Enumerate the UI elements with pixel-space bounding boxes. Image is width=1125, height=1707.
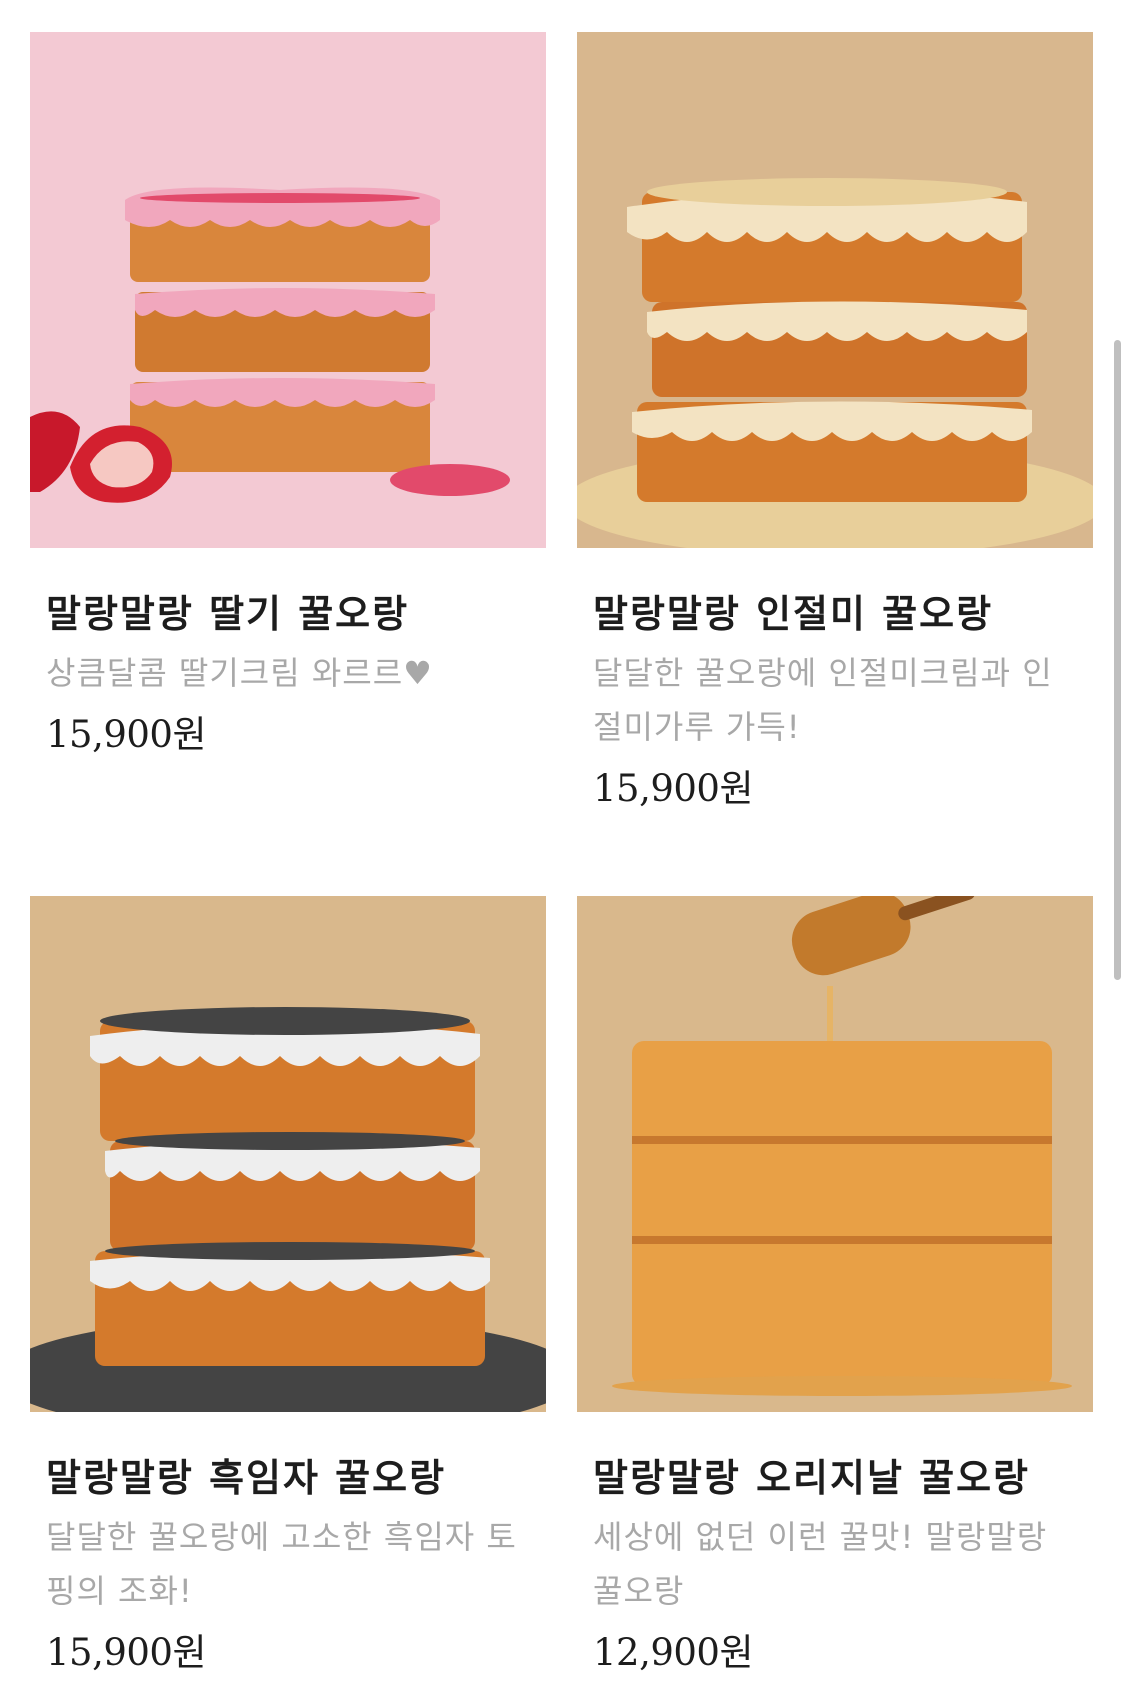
product-name[interactable]: 말랑말랑 흑임자 꿀오랑 [46, 1454, 546, 1502]
scrollbar[interactable] [1114, 340, 1121, 980]
product-price: 15,900원 [46, 1631, 207, 1674]
bar-stack [632, 1041, 1052, 1386]
product-card-original[interactable]: 말랑말랑 오리지날 꿀오랑 세상에 없던 이런 꿀맛! 말랑말랑 꿀오랑 12,… [577, 896, 1093, 1680]
product-image[interactable] [30, 32, 546, 548]
black-sesame-bar-image [30, 896, 546, 1412]
product-description: 달달한 꿀오랑에 고소한 흑임자 토핑의 조화! [46, 1518, 517, 1610]
product-price: 15,900원 [593, 767, 754, 810]
product-description: 세상에 없던 이런 꿀맛! 말랑말랑 꿀오랑 [593, 1518, 1048, 1610]
product-price: 12,900원 [593, 1631, 754, 1674]
product-card-injeolmi[interactable]: 말랑말랑 인절미 꿀오랑 달달한 꿀오랑에 인절미크림과 인절미가루 가득! 1… [577, 32, 1093, 816]
product-price: 15,900원 [46, 713, 207, 756]
product-grid: 말랑말랑 딸기 꿀오랑 상큼달콤 딸기크림 와르르♥ 15,900원 말랑말랑 … [0, 0, 1125, 1707]
injeolmi-bar-image [577, 32, 1093, 548]
product-name[interactable]: 말랑말랑 인절미 꿀오랑 [593, 590, 1093, 638]
product-image[interactable] [577, 896, 1093, 1412]
product-description: 달달한 꿀오랑에 인절미크림과 인절미가루 가득! [593, 654, 1053, 746]
product-name[interactable]: 말랑말랑 오리지날 꿀오랑 [593, 1454, 1093, 1502]
strawberry-bar-image [30, 32, 546, 548]
product-card-black-sesame[interactable]: 말랑말랑 흑임자 꿀오랑 달달한 꿀오랑에 고소한 흑임자 토핑의 조화! 15… [30, 896, 546, 1680]
original-bar-image [577, 896, 1093, 1412]
product-image[interactable] [577, 32, 1093, 548]
product-description: 상큼달콤 딸기크림 와르르♥ [46, 654, 433, 692]
product-image[interactable] [30, 896, 546, 1412]
product-card-strawberry[interactable]: 말랑말랑 딸기 꿀오랑 상큼달콤 딸기크림 와르르♥ 15,900원 [30, 32, 546, 762]
product-name[interactable]: 말랑말랑 딸기 꿀오랑 [46, 590, 546, 638]
